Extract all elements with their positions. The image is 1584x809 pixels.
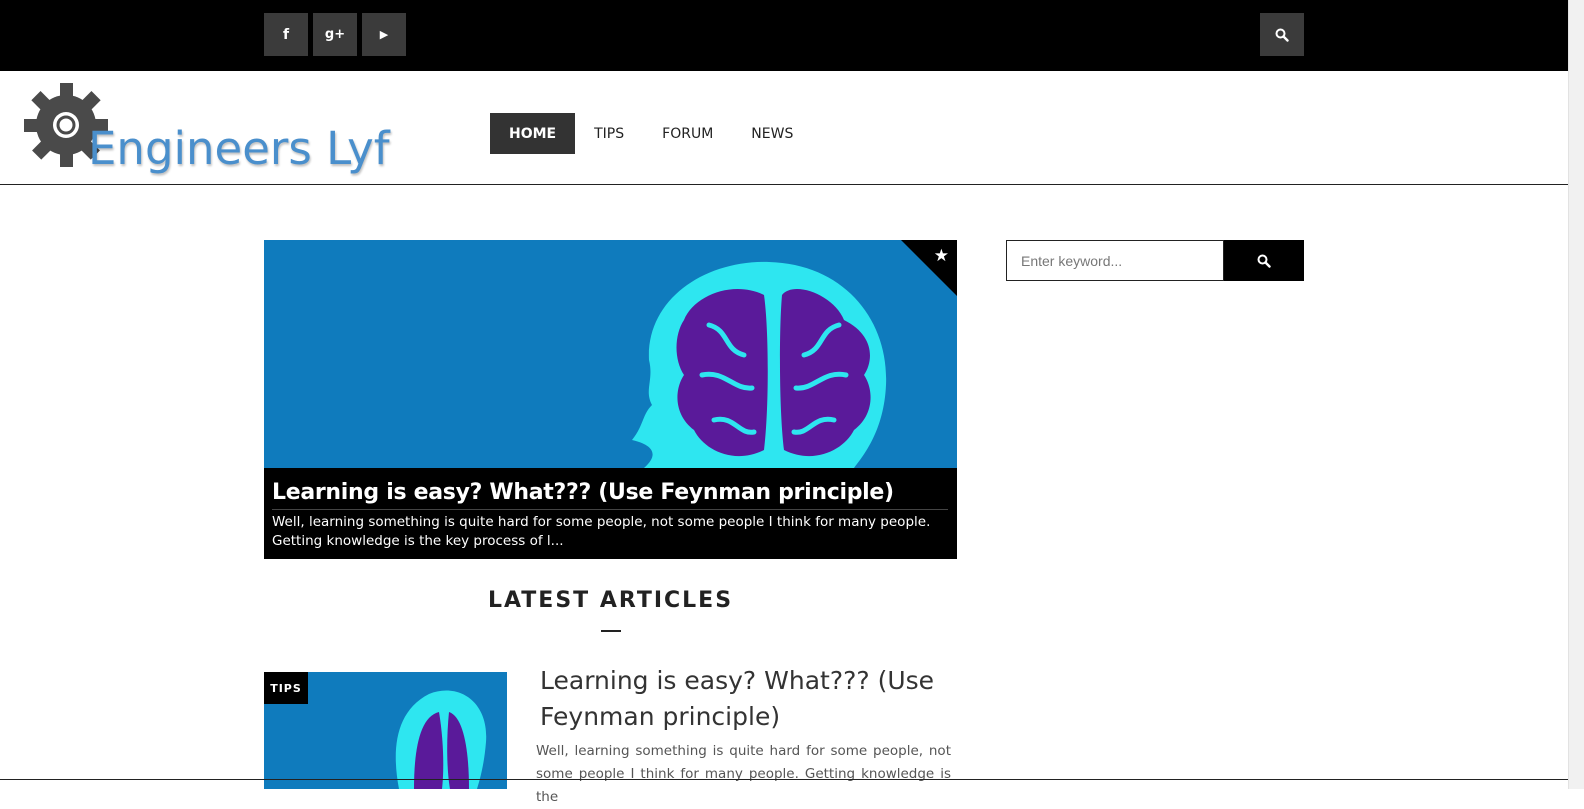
nav-item-forum[interactable]: FORUM: [643, 113, 732, 154]
top-search-button[interactable]: [1260, 13, 1304, 56]
featured-excerpt: Well, learning something is quite hard f…: [272, 514, 931, 549]
youtube-icon: ▶: [379, 28, 389, 41]
search-input[interactable]: [1006, 240, 1224, 281]
category-badge[interactable]: TIPS: [264, 672, 308, 704]
site-logo-text: Engineers Lyf: [88, 122, 390, 175]
latest-articles-heading: LATEST ARTICLES: [487, 588, 734, 613]
search-icon: [1275, 28, 1289, 42]
facebook-icon: f: [282, 26, 290, 43]
google-plus-icon: g+: [324, 27, 346, 42]
article-excerpt: Well, learning something is quite hard f…: [536, 743, 951, 805]
page-scrollbar[interactable]: [1568, 0, 1584, 789]
nav-item-tips[interactable]: TIPS: [575, 113, 643, 154]
article-title[interactable]: Learning is easy? What??? (Use Feynman p…: [540, 663, 960, 735]
article-thumbnail[interactable]: TIPS: [264, 672, 507, 789]
top-bar: f g+ ▶: [0, 0, 1568, 71]
star-icon: ★: [933, 246, 949, 266]
main-nav: HOME TIPS FORUM NEWS: [490, 113, 812, 154]
featured-post[interactable]: ★ Learning is easy? What??? (Use Feynman…: [264, 240, 957, 559]
nav-item-news[interactable]: NEWS: [732, 113, 812, 154]
site-logo[interactable]: Engineers Lyf: [22, 81, 390, 181]
heading-divider: [601, 630, 621, 632]
facebook-button[interactable]: f: [264, 13, 308, 56]
youtube-button[interactable]: ▶: [362, 13, 406, 56]
search-icon: [1257, 254, 1271, 268]
featured-caption: Learning is easy? What??? (Use Feynman p…: [264, 468, 957, 559]
bottom-divider: [0, 779, 1568, 780]
nav-item-home[interactable]: HOME: [490, 113, 576, 154]
site-header: Engineers Lyf HOME TIPS FORUM NEWS: [0, 71, 1568, 185]
google-plus-button[interactable]: g+: [313, 13, 357, 56]
featured-image: [632, 261, 887, 468]
featured-title[interactable]: Learning is easy? What??? (Use Feynman p…: [272, 480, 948, 510]
sidebar-search: [1006, 240, 1304, 281]
search-button[interactable]: [1224, 240, 1304, 281]
